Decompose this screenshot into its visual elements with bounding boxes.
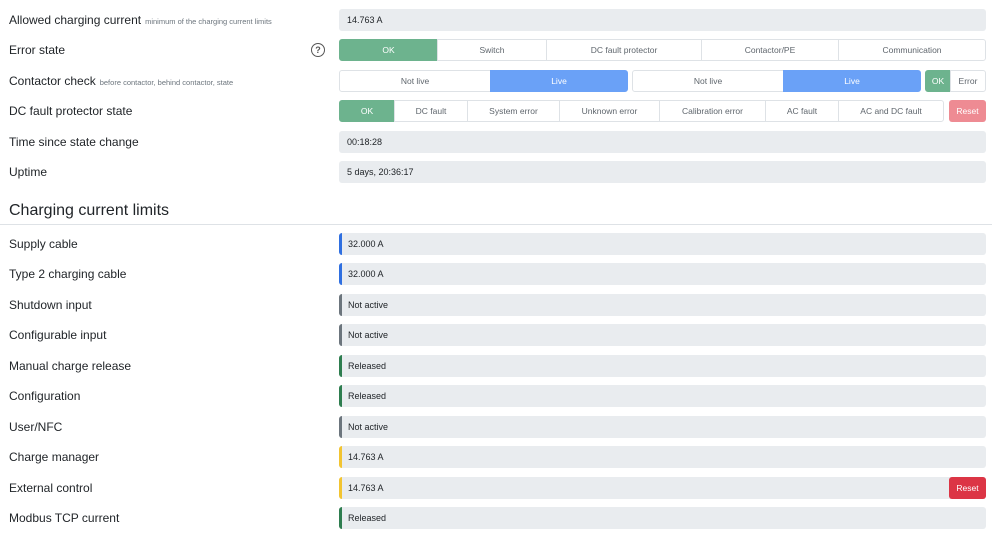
limit-row: Configurable input Not active	[0, 323, 1000, 347]
limit-row: External control 14.763 A Reset	[0, 476, 1000, 500]
uptime-label: Uptime	[9, 165, 48, 179]
dc-fault-reset-button[interactable]: Reset	[949, 100, 986, 122]
limit-row: User/NFC Not active	[0, 415, 1000, 439]
error-state-row: Error state ? OK Switch DC fault protect…	[0, 38, 1000, 62]
allowed-current-hint: minimum of the charging current limits	[145, 17, 272, 26]
limit-label: Configuration	[9, 389, 81, 403]
error-state-communication[interactable]: Communication	[838, 39, 986, 61]
limit-value: 14.763 A	[339, 446, 986, 468]
allowed-current-row: Allowed charging current minimum of the c…	[0, 8, 1000, 32]
dc-fault-ac-fault[interactable]: AC fault	[765, 100, 839, 122]
contactor-behind-not-live[interactable]: Not live	[632, 70, 784, 92]
limit-row: Type 2 charging cable 32.000 A	[0, 262, 1000, 286]
limit-row: Supply cable 32.000 A	[0, 232, 1000, 256]
dc-fault-ok[interactable]: OK	[339, 100, 395, 122]
dc-fault-label: DC fault protector state	[9, 104, 133, 118]
help-icon[interactable]: ?	[311, 43, 325, 57]
dc-fault-row: DC fault protector state OK DC fault Sys…	[0, 99, 1000, 123]
contactor-state-group: OK Error	[925, 70, 986, 92]
uptime-value: 5 days, 20:36:17	[339, 161, 986, 183]
time-since-change-value: 00:18:28	[339, 131, 986, 153]
error-state-switch[interactable]: Switch	[437, 39, 547, 61]
time-since-change-label: Time since state change	[9, 135, 139, 149]
limit-row: Shutdown input Not active	[0, 293, 1000, 317]
limit-label: User/NFC	[9, 420, 63, 434]
error-state-group: OK Switch DC fault protector Contactor/P…	[339, 39, 986, 61]
limit-value: Released	[339, 385, 986, 407]
contactor-before-live[interactable]: Live	[490, 70, 628, 92]
section-divider	[0, 224, 992, 225]
uptime-row: Uptime 5 days, 20:36:17	[0, 160, 1000, 184]
external-control-reset-button[interactable]: Reset	[949, 477, 986, 499]
limit-value: Not active	[339, 294, 986, 316]
limit-row: Modbus TCP current Released	[0, 506, 1000, 530]
allowed-current-value: 14.763 A	[339, 9, 986, 31]
dc-fault-ac-and-dc-fault[interactable]: AC and DC fault	[838, 100, 944, 122]
contactor-before-not-live[interactable]: Not live	[339, 70, 491, 92]
contactor-state-ok[interactable]: OK	[925, 70, 951, 92]
dc-fault-dc-fault[interactable]: DC fault	[394, 100, 468, 122]
error-state-ok[interactable]: OK	[339, 39, 438, 61]
section-title: Charging current limits	[9, 202, 170, 219]
limit-label: External control	[9, 481, 93, 495]
limit-row: Manual charge release Released	[0, 354, 1000, 378]
dc-fault-system-error[interactable]: System error	[467, 100, 560, 122]
contactor-behind-group: Not live Live	[632, 70, 921, 92]
contactor-state-error[interactable]: Error	[950, 70, 986, 92]
dc-fault-group: OK DC fault System error Unknown error C…	[339, 100, 944, 122]
time-since-change-row: Time since state change 00:18:28	[0, 130, 1000, 154]
limit-label: Supply cable	[9, 237, 78, 251]
limit-label: Configurable input	[9, 328, 107, 342]
limit-value: Released	[339, 355, 986, 377]
limit-row: Charge manager 14.763 A	[0, 445, 1000, 469]
error-state-label: Error state	[9, 43, 66, 57]
dc-fault-calibration-error[interactable]: Calibration error	[659, 100, 766, 122]
limit-label: Type 2 charging cable	[9, 267, 127, 281]
limit-value: Not active	[339, 324, 986, 346]
limit-label: Shutdown input	[9, 298, 92, 312]
error-state-dc-fault-protector[interactable]: DC fault protector	[546, 39, 702, 61]
allowed-current-label: Allowed charging current minimum of the c…	[9, 13, 272, 27]
error-state-contactor-pe[interactable]: Contactor/PE	[701, 39, 839, 61]
contactor-behind-live[interactable]: Live	[783, 70, 921, 92]
contactor-before-group: Not live Live	[339, 70, 628, 92]
limit-value: 32.000 A	[339, 233, 986, 255]
limit-label: Modbus TCP current	[9, 511, 120, 525]
limit-value: 14.763 A	[339, 477, 986, 499]
limit-value: 32.000 A	[339, 263, 986, 285]
contactor-check-label: Contactor check before contactor, behind …	[9, 74, 234, 88]
dc-fault-unknown-error[interactable]: Unknown error	[559, 100, 660, 122]
limit-label: Charge manager	[9, 450, 100, 464]
contactor-check-row: Contactor check before contactor, behind …	[0, 69, 1000, 93]
limit-row: Configuration Released	[0, 384, 1000, 408]
limit-label: Manual charge release	[9, 359, 132, 373]
limit-value: Released	[339, 507, 986, 529]
limit-value: Not active	[339, 416, 986, 438]
contactor-check-hint: before contactor, behind contactor, stat…	[99, 78, 234, 87]
